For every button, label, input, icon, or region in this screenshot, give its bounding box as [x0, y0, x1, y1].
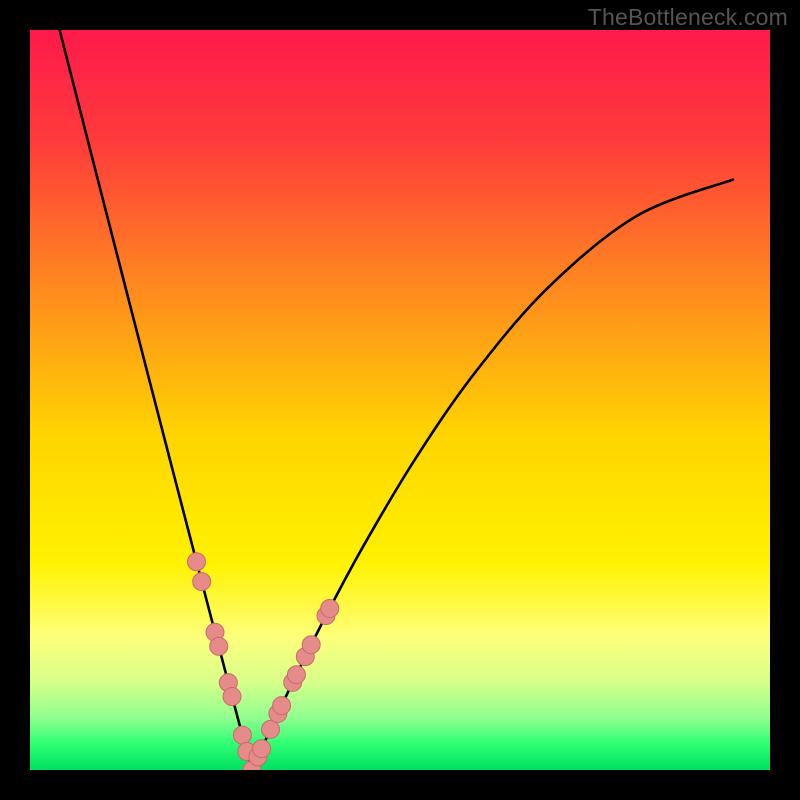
curve-marker — [262, 720, 280, 738]
curve-marker — [321, 599, 339, 617]
curve-marker — [188, 553, 206, 571]
curve-marker — [253, 740, 271, 758]
curve-marker — [273, 697, 291, 715]
curve-marker — [302, 636, 320, 654]
curve-marker — [287, 666, 305, 684]
plot-area — [30, 30, 770, 770]
curve-marker — [223, 688, 241, 706]
curve-marker — [233, 726, 251, 744]
curve-marker — [210, 637, 228, 655]
watermark-text: TheBottleneck.com — [588, 4, 788, 31]
bottleneck-curve — [30, 30, 770, 770]
curve-marker — [193, 573, 211, 591]
